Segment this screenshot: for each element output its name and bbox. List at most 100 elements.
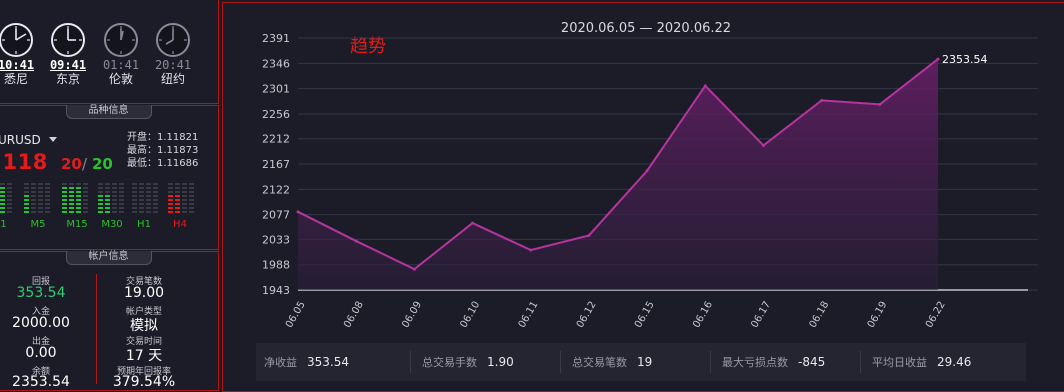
stat-label: 净收益 <box>264 356 297 369</box>
signal-segment <box>153 211 158 213</box>
timeframe-label[interactable]: M15 <box>63 219 91 230</box>
signal-segment <box>38 183 43 185</box>
signal-segment <box>45 195 50 197</box>
signal-segment <box>189 203 194 205</box>
signal-segment <box>38 203 43 205</box>
signal-segment <box>7 191 12 193</box>
signal-segment <box>132 187 137 189</box>
signal-segment <box>76 191 81 193</box>
signal-segment <box>7 187 12 189</box>
signal-bars <box>0 183 14 215</box>
signal-segment <box>112 187 117 189</box>
clock-city: 东京 <box>55 72 80 86</box>
x-tick-label: 06.19 <box>866 300 890 330</box>
signal-segment <box>24 203 29 205</box>
data-point[interactable] <box>354 239 358 243</box>
signal-segment <box>69 183 74 185</box>
signal-segment <box>31 187 36 189</box>
stat-label: 最大亏损点数 <box>722 356 788 369</box>
signal-segment <box>189 191 194 193</box>
data-point[interactable] <box>412 267 416 271</box>
signal-segment <box>76 207 81 209</box>
signal-segment <box>62 203 67 205</box>
signal-segment <box>76 187 81 189</box>
timeframe-label[interactable]: M30 <box>98 219 126 230</box>
signal-segment <box>62 183 67 185</box>
signal-segment <box>182 195 187 197</box>
open-price: 开盘：1.11821 <box>127 132 199 143</box>
signal-segment <box>105 203 110 205</box>
signal-segment <box>189 183 194 185</box>
signal-segment <box>24 199 29 201</box>
signal-segment <box>83 199 88 201</box>
signal-segment <box>182 183 187 185</box>
signal-segment <box>0 183 5 185</box>
low-price: 最低：1.11686 <box>127 158 199 169</box>
signal-segment <box>31 195 36 197</box>
signal-segment <box>76 203 81 205</box>
timeframe-label[interactable]: H4 <box>166 219 194 230</box>
data-point[interactable] <box>703 84 707 88</box>
clock-time: 01:41 <box>102 58 140 72</box>
signal-segment <box>76 211 81 213</box>
signal-segment <box>31 211 36 213</box>
signal-segment <box>7 183 12 185</box>
signal-segment <box>0 207 5 209</box>
signal-segment <box>38 207 43 209</box>
signal-segment <box>69 203 74 205</box>
y-tick-label: 2256 <box>262 108 290 121</box>
signal-segment <box>38 187 43 189</box>
data-point[interactable] <box>878 102 882 106</box>
account-value: 17 天 <box>125 348 163 364</box>
chevron-down-icon[interactable] <box>49 137 57 142</box>
signal-segment <box>62 211 67 213</box>
signal-segment <box>119 199 124 201</box>
data-point[interactable] <box>529 248 533 252</box>
signal-segment <box>175 195 180 197</box>
x-tick-label: 06.22 <box>924 300 948 330</box>
data-point[interactable] <box>471 221 475 225</box>
clock-city: 伦敦 <box>108 72 133 86</box>
signal-segment <box>182 187 187 189</box>
y-tick-label: 1988 <box>262 259 290 272</box>
data-point[interactable] <box>761 143 765 147</box>
data-point[interactable] <box>820 98 824 102</box>
timeframe-label[interactable]: I1 <box>0 219 16 230</box>
account-value: 19.00 <box>123 285 165 301</box>
signal-segment <box>132 203 137 205</box>
data-point[interactable] <box>296 210 300 214</box>
signal-segment <box>119 183 124 185</box>
data-point[interactable] <box>936 57 940 61</box>
signal-segment <box>105 191 110 193</box>
signal-segment <box>168 203 173 205</box>
clock-face-icon <box>51 23 85 57</box>
signal-segment <box>139 195 144 197</box>
signal-segment <box>175 207 180 209</box>
clock-newyork: 20:41 纽约 <box>145 22 201 86</box>
x-tick-label: 06.11 <box>517 300 541 330</box>
signal-segment <box>69 187 74 189</box>
signal-segment <box>98 199 103 201</box>
timeframe-label[interactable]: M5 <box>24 219 52 230</box>
signal-segment <box>139 199 144 201</box>
clock-london: 01:41 伦敦 <box>93 22 149 86</box>
timeframe-label[interactable]: H1 <box>130 219 158 230</box>
signal-segment <box>153 199 158 201</box>
symbol-selector[interactable]: URUSD <box>0 133 41 147</box>
signal-segment <box>146 211 151 213</box>
clock-face-icon <box>0 23 33 57</box>
signal-segment <box>105 211 110 213</box>
signal-segment <box>38 211 43 213</box>
signal-segment <box>0 195 5 197</box>
signal-segment <box>139 187 144 189</box>
series-area <box>298 59 938 290</box>
signal-segment <box>146 187 151 189</box>
stat-max-loss: 最大亏损点数 -845 <box>722 343 825 381</box>
data-point[interactable] <box>587 233 591 237</box>
account-value: 379.54% <box>112 374 176 390</box>
data-point[interactable] <box>645 169 649 173</box>
divider <box>560 351 561 373</box>
signal-segment <box>153 187 158 189</box>
account-value: 2353.54 <box>12 374 70 390</box>
x-tick-label: 06.18 <box>808 300 832 330</box>
